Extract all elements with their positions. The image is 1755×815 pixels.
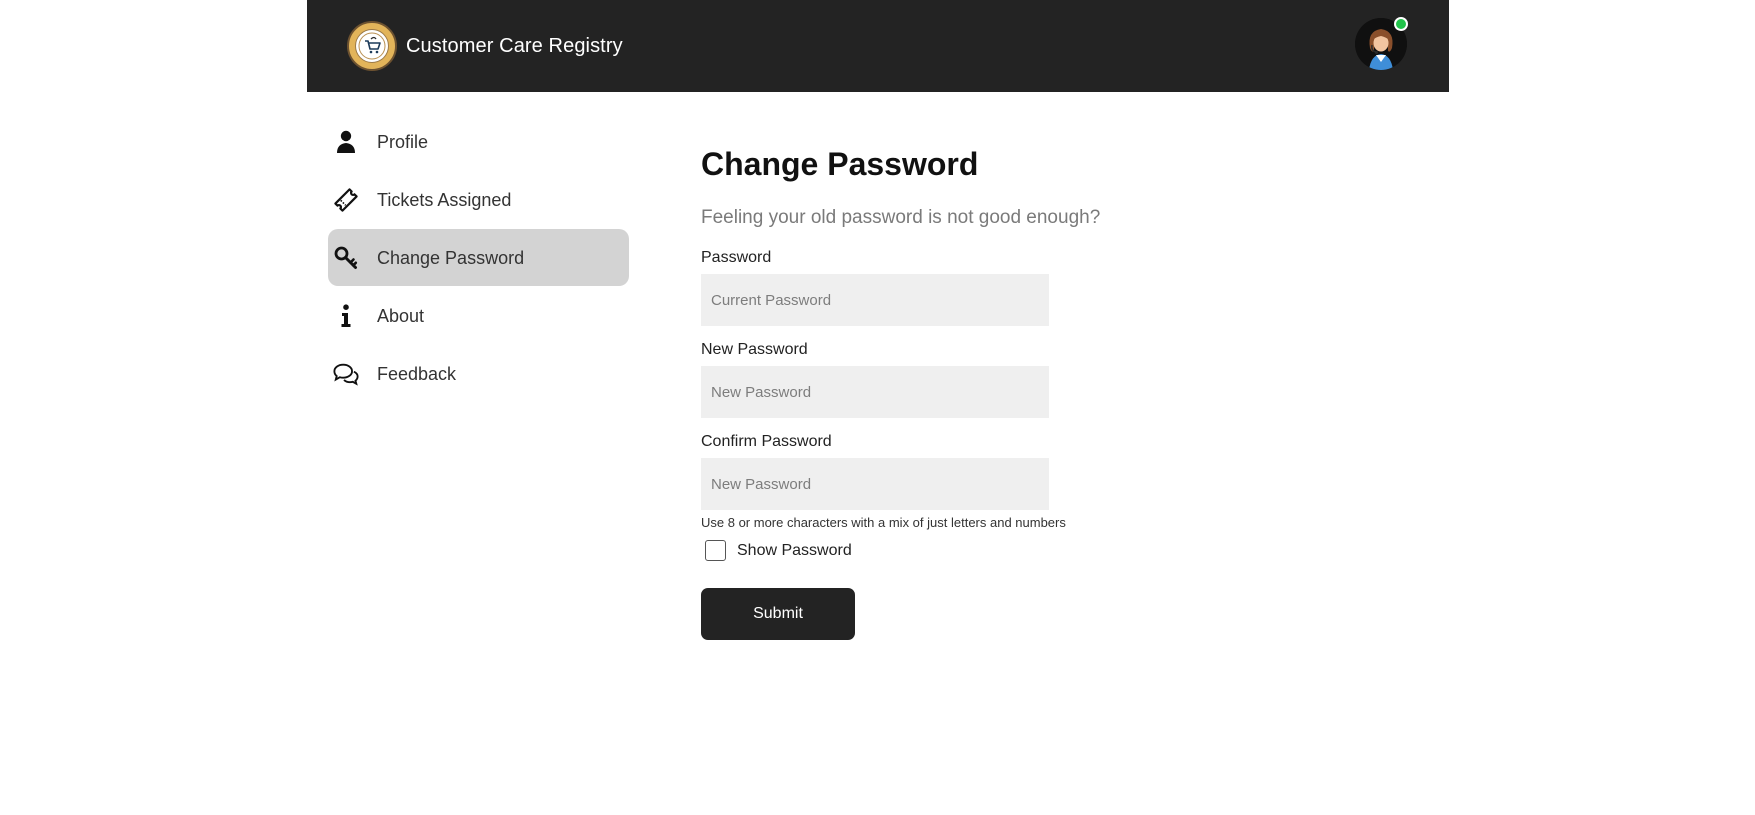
current-password-input[interactable] — [701, 274, 1049, 326]
sidebar-item-change-password[interactable]: Change Password — [328, 229, 629, 286]
online-status-indicator — [1394, 17, 1408, 31]
show-password-checkbox[interactable] — [705, 540, 726, 561]
sidebar-item-label: About — [377, 306, 425, 326]
password-label: Password — [701, 249, 772, 266]
submit-button[interactable]: Submit — [701, 588, 855, 640]
customer-care-logo — [347, 21, 397, 71]
sidebar-item-profile[interactable]: Profile — [328, 113, 629, 170]
sidebar-item-label: Tickets Assigned — [377, 190, 512, 210]
sidebar-item-about[interactable]: About — [328, 287, 629, 344]
show-password-row[interactable]: Show Password — [705, 540, 852, 561]
sidebar-item-label: Feedback — [377, 364, 457, 384]
key-icon — [333, 245, 359, 271]
page: Customer Care Registry Profile Tickets A… — [0, 0, 1755, 815]
confirm-password-input[interactable] — [701, 458, 1049, 510]
new-password-label: New Password — [701, 341, 808, 358]
sidebar-item-label: Change Password — [377, 248, 525, 268]
new-password-input[interactable] — [701, 366, 1049, 418]
chat-bubbles-icon — [333, 361, 359, 387]
shopping-cart-icon — [358, 32, 386, 60]
page-title: Change Password — [701, 146, 979, 182]
sidebar-item-feedback[interactable]: Feedback — [328, 345, 629, 402]
sidebar: Profile Tickets Assigned Change Password… — [328, 113, 629, 403]
top-bar: Customer Care Registry — [307, 0, 1449, 92]
page-subtitle: Feeling your old password is not good en… — [701, 207, 1101, 228]
sidebar-item-tickets-assigned[interactable]: Tickets Assigned — [328, 171, 629, 228]
info-icon — [333, 303, 359, 329]
brand[interactable]: Customer Care Registry — [347, 21, 623, 71]
app-title: Customer Care Registry — [406, 34, 623, 57]
confirm-password-label: Confirm Password — [701, 433, 832, 450]
ticket-icon — [333, 187, 359, 213]
show-password-label[interactable]: Show Password — [737, 542, 852, 560]
sidebar-item-label: Profile — [377, 132, 429, 152]
logo-emblem — [355, 29, 389, 63]
person-icon — [333, 129, 359, 155]
password-hint: Use 8 or more characters with a mix of j… — [701, 515, 1066, 530]
